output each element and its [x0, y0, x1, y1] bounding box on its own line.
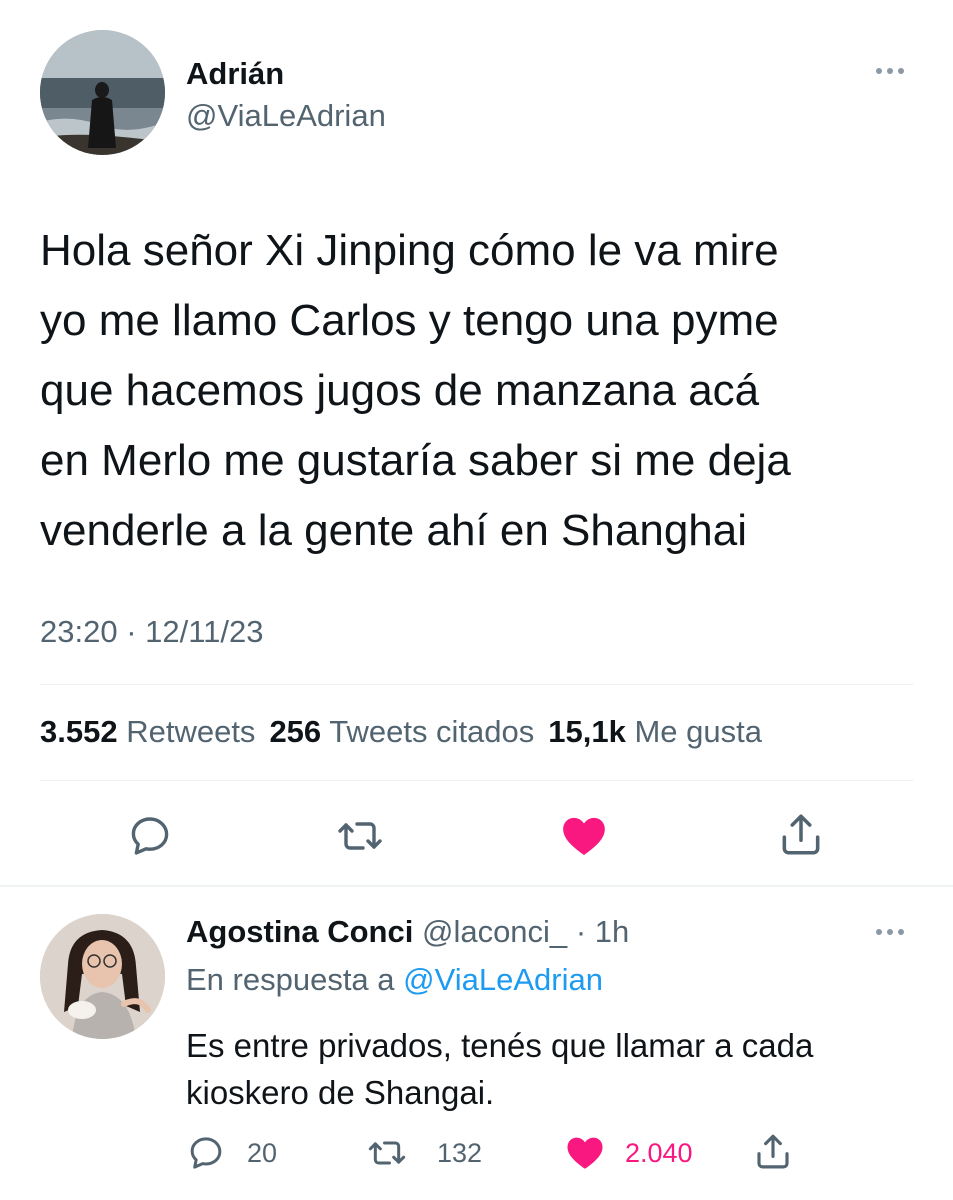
reply-likes-count: 2.040 — [625, 1138, 693, 1168]
retweets-label: Retweets — [126, 714, 256, 749]
more-options-icon[interactable] — [876, 68, 904, 74]
reply-author-handle[interactable]: @laconci_ — [422, 914, 567, 949]
reply-text: Es entre privados, tenés que llamar a ca… — [186, 1027, 814, 1111]
reply-author-avatar[interactable] — [40, 914, 165, 1039]
reply-author-name[interactable]: Agostina Conci — [186, 914, 413, 949]
avatar-image — [40, 914, 165, 1039]
retweets-count: 3.552 — [40, 714, 118, 749]
reply-mention-link[interactable]: @ViaLeAdrian — [403, 962, 603, 997]
divider — [40, 780, 914, 781]
share-icon[interactable] — [752, 1131, 794, 1173]
retweet-icon[interactable] — [366, 1133, 408, 1173]
divider — [0, 885, 953, 887]
share-icon[interactable] — [776, 810, 826, 860]
retweet-icon[interactable] — [336, 812, 384, 860]
reply-replies-count: 20 — [247, 1138, 278, 1168]
likes-label: Me gusta — [634, 714, 762, 749]
reply-icon[interactable] — [186, 1133, 226, 1173]
reply-to-label: En respuesta a — [186, 962, 395, 997]
author-handle[interactable]: @ViaLeAdrian — [186, 98, 386, 134]
reply-time[interactable]: · 1h — [576, 914, 629, 949]
quotes-stat[interactable]: 256 Tweets citados — [269, 714, 534, 749]
tweet-text: Hola señor Xi Jinping cómo le va mire yo… — [40, 226, 791, 555]
author-name[interactable]: Adrián — [186, 56, 284, 92]
reply-icon[interactable] — [126, 812, 174, 860]
likes-count: 15,1k — [548, 714, 626, 749]
retweets-stat[interactable]: 3.552 Retweets — [40, 714, 255, 749]
more-options-icon[interactable] — [876, 929, 904, 935]
reply-retweets-count: 132 — [437, 1138, 483, 1168]
quotes-label: Tweets citados — [329, 714, 535, 749]
avatar-image — [40, 30, 165, 155]
quotes-count: 256 — [269, 714, 322, 749]
tweet-timestamp[interactable]: 23:20 · 12/11/23 — [40, 614, 264, 650]
heart-icon[interactable] — [558, 810, 610, 860]
reply-header: Agostina Conci @laconci_ · 1h — [186, 914, 629, 950]
divider — [40, 684, 914, 685]
tweet-stats: 3.552 Retweets 256 Tweets citados 15,1k Me… — [40, 714, 762, 750]
reply-context: En respuesta a @ViaLeAdrian — [186, 962, 603, 998]
likes-stat[interactable]: 15,1k Me gusta — [548, 714, 762, 749]
heart-icon[interactable] — [563, 1131, 607, 1173]
author-avatar[interactable] — [40, 30, 165, 155]
